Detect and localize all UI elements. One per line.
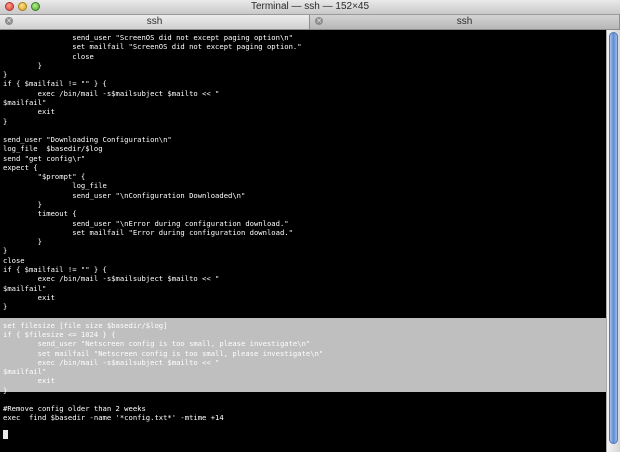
terminal-line: exec find $basedir -name '*config.txt*' … <box>3 413 224 423</box>
terminal-line: } <box>3 302 8 312</box>
title-bar[interactable]: Terminal — ssh — 152×45 <box>0 0 620 15</box>
terminal-line: exit <box>3 107 55 117</box>
scrollbar-thumb[interactable] <box>609 32 618 444</box>
terminal-output[interactable]: send_user "ScreenOS did not except pagin… <box>0 30 606 452</box>
tab-label: ssh <box>456 16 473 27</box>
terminal-line: } <box>3 116 8 126</box>
terminal-line: set mailfail "Error during configuration… <box>3 227 293 237</box>
terminal-line: } <box>3 237 42 247</box>
terminal-window: Terminal — ssh — 152×45 ✕ ssh ✕ ssh send… <box>0 0 620 452</box>
terminal-line: } <box>3 60 42 70</box>
vertical-scrollbar[interactable] <box>606 30 620 452</box>
window-title: Terminal — ssh — 152×45 <box>250 1 370 12</box>
tab-bar: ✕ ssh ✕ ssh <box>0 15 620 30</box>
tab-ssh-1[interactable]: ✕ ssh <box>0 15 310 29</box>
terminal-line: } <box>3 385 8 395</box>
terminal-line: exit <box>3 292 55 302</box>
tab-label: ssh <box>146 16 163 27</box>
terminal-cursor <box>3 430 8 439</box>
tab-ssh-2[interactable]: ✕ ssh <box>310 15 620 29</box>
terminal-line: exit <box>3 376 55 386</box>
